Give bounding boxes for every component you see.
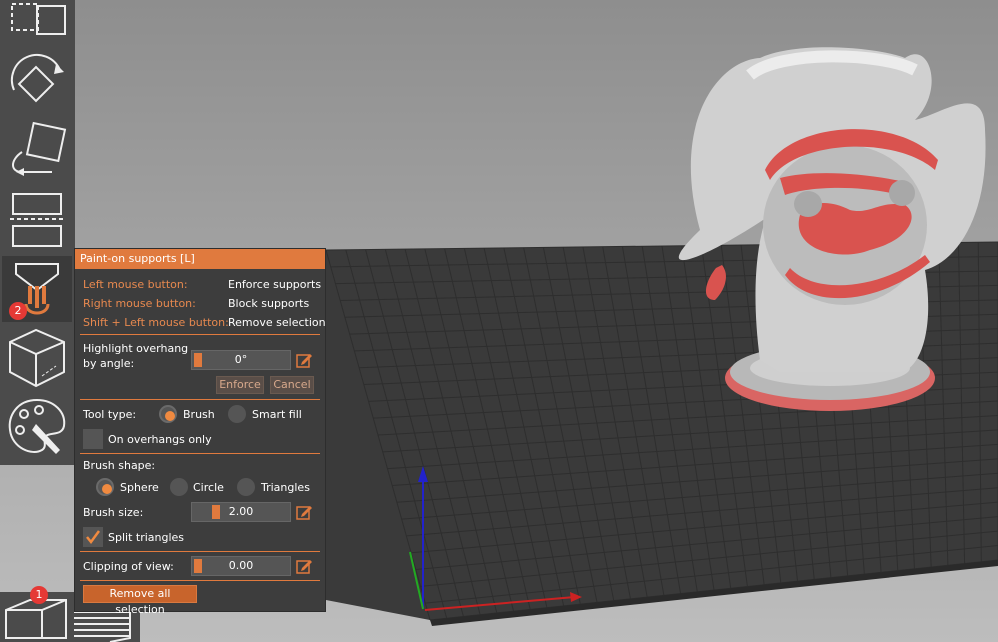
shape-sphere-label: Sphere (120, 481, 159, 494)
overhang-angle-slider[interactable]: 0° (191, 350, 291, 370)
select-rectangle-tool[interactable] (2, 0, 72, 52)
shape-triangles-label: Triangles (261, 481, 310, 494)
edit-icon[interactable] (296, 352, 312, 368)
cut-icon (10, 193, 64, 247)
cancel-button[interactable]: Cancel (270, 376, 314, 394)
slider-handle[interactable] (194, 559, 202, 573)
remove-all-selection-button[interactable]: Remove all selection (83, 585, 197, 616)
clipping-of-view-label: Clipping of view: (83, 560, 174, 573)
brush-size-slider[interactable]: 2.00 (191, 502, 291, 522)
3d-view-badge: 1 (30, 586, 48, 604)
separator (80, 580, 320, 581)
paint-supports-tool[interactable]: 2 (2, 256, 72, 322)
paint-on-supports-panel: Paint-on supports [L] Left mouse button:… (74, 248, 326, 616)
separator (80, 334, 320, 335)
brush-size-value: 2.00 (228, 505, 254, 518)
slider-handle[interactable] (194, 353, 202, 367)
shift-left-mouse-label: Shift + Left mouse button: (83, 316, 229, 329)
select-rectangle-icon (11, 3, 66, 35)
place-on-face-tool[interactable] (2, 116, 72, 182)
tool-smart-fill-label: Smart fill (252, 408, 302, 421)
shape-sphere-radio[interactable] (96, 478, 114, 496)
shape-circle-radio[interactable] (170, 478, 188, 496)
place-on-face-icon (12, 121, 67, 176)
right-mouse-action: Block supports (228, 297, 310, 310)
separator (80, 551, 320, 552)
rotate-icon (10, 53, 64, 103)
palette-icon (8, 398, 66, 454)
separator (80, 399, 320, 400)
highlight-overhang-label: Highlight overhang (83, 342, 189, 355)
left-mouse-action: Enforce supports (228, 278, 322, 291)
clipping-of-view-value: 0.00 (228, 559, 254, 572)
tool-type-label: Tool type: (83, 408, 137, 421)
on-overhangs-only-checkbox[interactable] (83, 429, 103, 449)
left-toolbar: 2 (0, 0, 75, 465)
rotate-tool[interactable] (2, 50, 72, 116)
left-mouse-label: Left mouse button: (83, 278, 188, 291)
slider-handle[interactable] (212, 505, 220, 519)
shape-triangles-radio[interactable] (237, 478, 255, 496)
cut-tool[interactable] (2, 186, 72, 252)
separator (80, 453, 320, 454)
tool-brush-radio[interactable] (159, 405, 177, 423)
tool-smart-fill-radio[interactable] (228, 405, 246, 423)
3d-view-tab[interactable]: 1 (0, 586, 68, 642)
variable-layer-height-tool[interactable] (2, 326, 72, 392)
cube-icon (9, 328, 65, 388)
checkmark-icon (86, 530, 101, 545)
edit-icon[interactable] (296, 504, 312, 520)
split-triangles-checkbox[interactable] (83, 527, 103, 547)
tool-brush-label: Brush (183, 408, 215, 421)
overhang-angle-value: 0° (234, 353, 248, 366)
brush-shape-label: Brush shape: (83, 459, 156, 472)
enforce-button[interactable]: Enforce (216, 376, 264, 394)
panel-title: Paint-on supports [L] (75, 249, 325, 269)
paint-supports-badge: 2 (9, 302, 27, 320)
brush-size-label: Brush size: (83, 506, 144, 519)
edit-icon[interactable] (296, 558, 312, 574)
highlight-overhang-label-2: by angle: (83, 357, 135, 370)
mmu-painting-tool[interactable] (2, 394, 72, 460)
shift-left-mouse-action: Remove selection (228, 316, 326, 329)
right-mouse-label: Right mouse button: (83, 297, 196, 310)
split-triangles-label: Split triangles (108, 531, 185, 544)
shape-circle-label: Circle (193, 481, 224, 494)
on-overhangs-only-label: On overhangs only (108, 433, 212, 446)
clipping-of-view-slider[interactable]: 0.00 (191, 556, 291, 576)
